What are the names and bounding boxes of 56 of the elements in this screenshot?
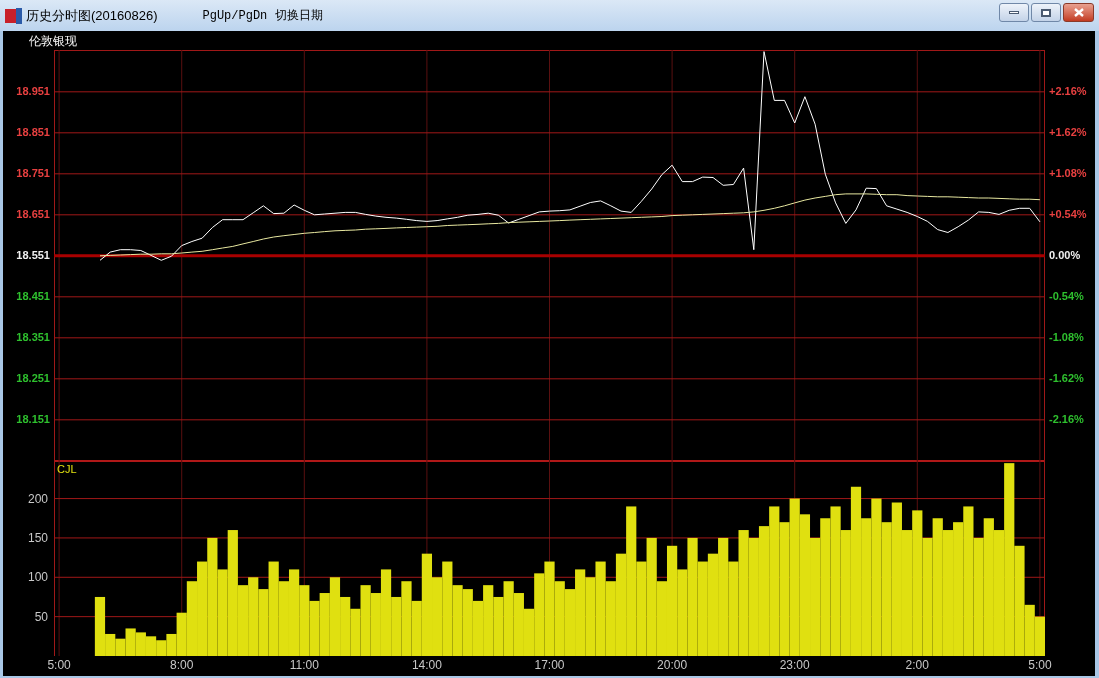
percent-axis-label: +1.08% bbox=[1049, 166, 1087, 180]
volume-bar bbox=[564, 589, 576, 656]
time-axis-label: 8:00 bbox=[170, 658, 194, 672]
percent-axis-label: 0.00% bbox=[1049, 248, 1081, 262]
price-axis-label: 18.251 bbox=[16, 371, 50, 385]
price-axis-label: 18.351 bbox=[16, 330, 50, 344]
volume-axis-label: 150 bbox=[27, 530, 48, 545]
minimize-button[interactable] bbox=[999, 3, 1029, 22]
percent-axis-label: +2.16% bbox=[1049, 84, 1087, 98]
volume-bar bbox=[452, 585, 463, 656]
volume-bar bbox=[135, 632, 146, 656]
volume-bar bbox=[472, 600, 484, 656]
volume-bar bbox=[483, 585, 494, 656]
volume-bar bbox=[309, 600, 320, 656]
time-axis-label: 20:00 bbox=[657, 658, 688, 672]
instrument-name: 伦敦银现 bbox=[29, 32, 77, 50]
price-axis-label: 18.451 bbox=[16, 289, 50, 303]
app-icon bbox=[5, 6, 23, 25]
percent-axis-label: -2.16% bbox=[1049, 412, 1084, 426]
price-axis-label: 18.551 bbox=[16, 248, 50, 262]
volume-bar bbox=[145, 636, 157, 656]
price-axis-label: 18.951 bbox=[16, 84, 50, 98]
maximize-button[interactable] bbox=[1031, 3, 1061, 22]
volume-bar bbox=[462, 589, 473, 656]
percent-axis-label: +0.54% bbox=[1049, 207, 1087, 221]
series-label: CJL bbox=[57, 463, 77, 475]
time-axis-label: 23:00 bbox=[779, 658, 810, 672]
percent-axis-label: -1.62% bbox=[1049, 371, 1084, 385]
window-title: 历史分时图(20160826) bbox=[26, 6, 158, 25]
window-hint: PgUp/PgDn 切换日期 bbox=[202, 7, 323, 25]
volume-bar bbox=[319, 593, 330, 656]
time-axis-label: 5:00 bbox=[47, 658, 71, 672]
volume-axis-label: 200 bbox=[27, 491, 48, 506]
volume-bar bbox=[370, 593, 381, 656]
volume-axis-label: 50 bbox=[34, 609, 48, 624]
price-axis-label: 18.151 bbox=[16, 412, 50, 426]
time-axis-label: 2:00 bbox=[905, 658, 929, 672]
volume-bar bbox=[340, 596, 351, 656]
time-axis-label: 5:00 bbox=[1028, 658, 1052, 672]
volume-bar bbox=[1034, 616, 1045, 656]
volume-bar bbox=[258, 589, 269, 656]
time-axis-label: 14:00 bbox=[411, 658, 442, 672]
percent-axis-label: -0.54% bbox=[1049, 289, 1084, 303]
volume-axis-label: 100 bbox=[27, 570, 48, 585]
volume-bar bbox=[299, 585, 310, 656]
close-icon bbox=[1073, 8, 1084, 17]
price-axis-label: 18.851 bbox=[16, 125, 50, 139]
price-axis-label: 18.751 bbox=[16, 166, 50, 180]
price-axis-label: 18.651 bbox=[16, 207, 50, 221]
volume-bar bbox=[513, 593, 524, 656]
time-axis-label: 11:00 bbox=[289, 658, 319, 672]
volume-bar bbox=[493, 596, 504, 656]
time-axis-label: 17:00 bbox=[534, 658, 565, 672]
percent-axis-label: -1.08% bbox=[1049, 330, 1084, 344]
percent-axis-label: +1.62% bbox=[1049, 125, 1087, 139]
close-button[interactable] bbox=[1063, 3, 1094, 22]
